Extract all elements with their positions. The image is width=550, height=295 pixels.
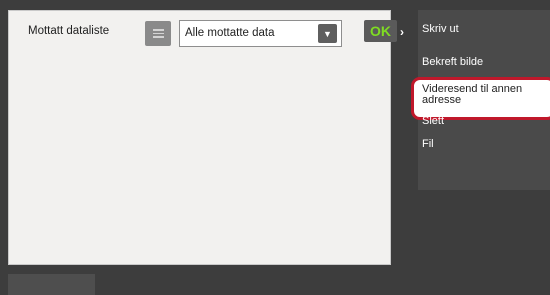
list-icon bbox=[152, 27, 164, 40]
menu-item-print[interactable]: Skriv ut bbox=[422, 24, 459, 35]
menu-item-forward-other-address[interactable]: Videresend til annen adresse bbox=[411, 77, 550, 120]
received-data-list-label: Mottatt dataliste bbox=[28, 25, 110, 37]
screen: Mottatt dataliste Alle mottatte data ▼ O… bbox=[0, 0, 550, 295]
menu-item-file[interactable]: Fil bbox=[422, 139, 434, 150]
data-filter-value: Alle mottatte data bbox=[185, 27, 275, 39]
list-view-button[interactable] bbox=[145, 21, 171, 46]
received-data-list-panel: Mottatt dataliste Alle mottatte data ▼ O… bbox=[8, 10, 397, 265]
ok-button[interactable]: OK bbox=[364, 20, 397, 42]
data-filter-select[interactable]: Alle mottatte data ▼ bbox=[179, 20, 342, 47]
chevron-down-icon[interactable]: ▼ bbox=[318, 24, 337, 43]
chevron-right-icon[interactable]: › bbox=[400, 25, 404, 39]
menu-item-confirm-image[interactable]: Bekreft bilde bbox=[422, 57, 483, 68]
menu-item-forward-label: Videresend til annen adresse bbox=[422, 83, 523, 106]
bottom-button[interactable] bbox=[8, 274, 95, 295]
action-menu: Skriv ut Bekreft bilde Videresend til an… bbox=[411, 10, 550, 190]
menu-item-delete[interactable]: Slett bbox=[422, 116, 444, 127]
